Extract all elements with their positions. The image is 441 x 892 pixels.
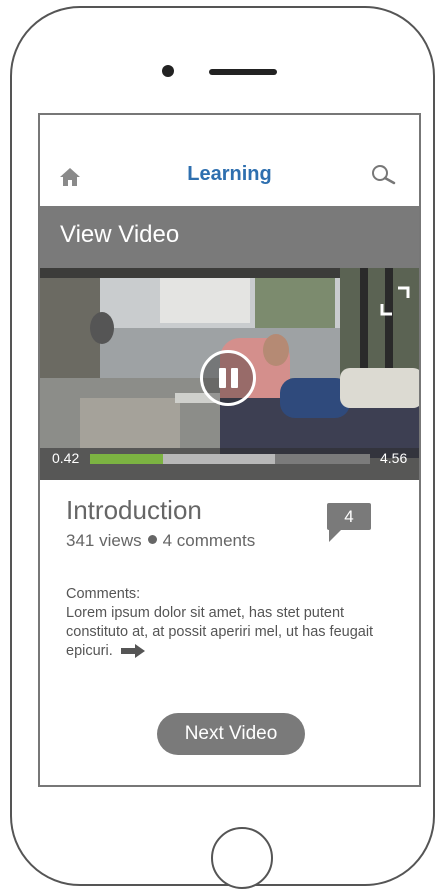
comments-section: Comments: Lorem ipsum dolor sit amet, ha… [66, 585, 396, 661]
total-time: 4.56 [380, 450, 408, 466]
separator-dot-icon [147, 535, 157, 545]
section-title: View Video [60, 221, 180, 248]
comment-text: Lorem ipsum dolor sit amet, has stet put… [66, 605, 374, 659]
front-camera [162, 65, 174, 77]
app-header: Learning [40, 115, 419, 208]
progress-bar[interactable] [90, 454, 370, 464]
video-title: Introduction [66, 495, 202, 525]
comment-count: 4 comments [162, 531, 256, 550]
next-video-button[interactable]: Next Video [157, 713, 305, 755]
pause-icon [219, 368, 226, 388]
pause-button[interactable] [200, 350, 256, 406]
earpiece-speaker [209, 69, 277, 75]
device-home-button[interactable] [211, 827, 273, 889]
app-title: Learning [187, 163, 272, 185]
view-count: 341 views [66, 531, 142, 550]
arrow-right-icon[interactable] [120, 644, 145, 659]
search-icon[interactable] [370, 163, 396, 189]
comment-badge[interactable]: 4 [327, 503, 371, 542]
current-time: 0.42 [52, 450, 80, 466]
comments-label: Comments: [66, 586, 141, 602]
video-stats: 341 views 4 comments [66, 531, 255, 551]
fullscreen-icon[interactable] [378, 284, 412, 318]
played-bar [90, 454, 163, 464]
app-screen: Learning View Video 0.42 4.56 Introducti… [38, 113, 421, 787]
section-bar: View Video [40, 206, 419, 268]
video-player[interactable]: 0.42 4.56 [40, 268, 419, 480]
